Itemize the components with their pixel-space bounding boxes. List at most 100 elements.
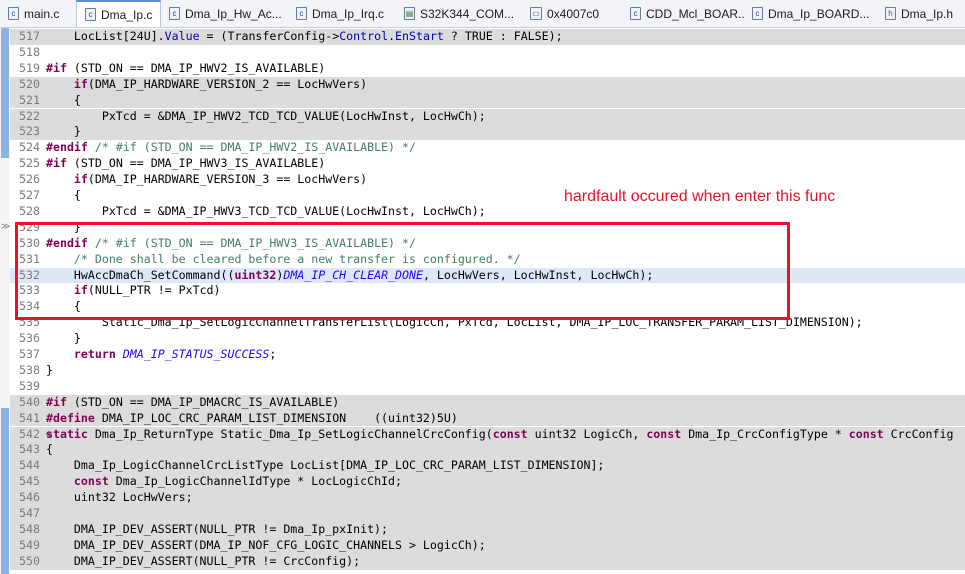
code-token: (DMA_IP_HARDWARE_VERSION_2 == LocHwVers) bbox=[87, 76, 368, 91]
code-line[interactable]: 546 uint32 LocHwVers; bbox=[10, 490, 965, 506]
code-token: = (TransferConfig-> bbox=[199, 29, 340, 43]
code-token: CrcConfig bbox=[883, 426, 954, 441]
code-text: static Dma_Ip_ReturnType Static_Dma_Ip_S… bbox=[46, 427, 953, 443]
code-text: } bbox=[46, 363, 53, 379]
code-line[interactable]: 540 #if (STD_ON == DMA_IP_DMACRC_IS_AVAIL… bbox=[10, 394, 965, 411]
code-token: Value bbox=[164, 29, 200, 43]
line-number: 525 bbox=[19, 156, 40, 171]
code-line[interactable]: 525 #if (STD_ON == DMA_IP_HWV3_IS_AVAILAB… bbox=[10, 156, 965, 172]
code-token: DMA_IP_DEV_ASSERT(NULL_PTR != CrcConfig)… bbox=[46, 553, 361, 568]
code-line[interactable]: 547 bbox=[10, 506, 965, 522]
code-token: DMA_IP_STATUS_SUCCESS bbox=[122, 347, 270, 361]
code-line[interactable]: 536 } bbox=[10, 331, 965, 347]
tab-label: S32K344_COM... bbox=[420, 6, 515, 21]
c-file-icon: c bbox=[8, 7, 19, 20]
fold-toggle-icon[interactable]: ⊖ bbox=[46, 427, 52, 443]
overview-mark-top bbox=[1, 28, 9, 158]
breakpoint-marker-icon[interactable]: ≫ bbox=[1, 222, 10, 232]
tab-dma-ip-irq-c[interactable]: c Dma_Ip_Irq.c bbox=[288, 0, 396, 27]
tab-label: 0x4007c0 bbox=[547, 6, 600, 21]
memory-view-icon: ▭ bbox=[530, 7, 542, 20]
code-line[interactable]: 519 #if (STD_ON == DMA_IP_HWV2_IS_AVAILAB… bbox=[10, 61, 965, 77]
code-line[interactable]: 548 DMA_IP_DEV_ASSERT(NULL_PTR != Dma_Ip… bbox=[10, 521, 965, 538]
annotation-text: hardfault occured when enter this func bbox=[564, 188, 836, 205]
line-number: 538 bbox=[19, 362, 40, 377]
line-number: 548 bbox=[19, 521, 40, 536]
code-token: const bbox=[646, 426, 682, 441]
code-line[interactable]: 518 bbox=[10, 45, 965, 61]
code-text: #if (STD_ON == DMA_IP_DMACRC_IS_AVAILABL… bbox=[46, 395, 339, 411]
code-line[interactable]: 541 #define DMA_IP_LOC_CRC_PARAM_LIST_DIM… bbox=[10, 410, 965, 427]
code-token: ? TRUE : FALSE); bbox=[443, 29, 563, 43]
code-token: Control bbox=[339, 29, 389, 43]
tab-label: Dma_Ip.c bbox=[101, 7, 153, 22]
code-line[interactable]: 545 const Dma_Ip_LogicChannelIdType * Lo… bbox=[10, 474, 965, 491]
code-token: ; bbox=[269, 347, 277, 361]
code-text: if(DMA_IP_HARDWARE_VERSION_2 == LocHwVer… bbox=[46, 77, 367, 93]
code-line[interactable]: 520 if(DMA_IP_HARDWARE_VERSION_2 == LocH… bbox=[10, 76, 965, 93]
code-token: { bbox=[46, 188, 81, 202]
code-token: Dma_Ip_LogicChannelCrcListType LocList[D… bbox=[46, 458, 605, 473]
code-line[interactable]: 544 Dma_Ip_LogicChannelCrcListType LocLi… bbox=[10, 458, 965, 475]
code-line[interactable]: 538} bbox=[10, 363, 965, 379]
code-text: DMA_IP_DEV_ASSERT(NULL_PTR != CrcConfig)… bbox=[46, 554, 360, 570]
tab-cdd-mcl-boar[interactable]: c CDD_Mcl_BOAR... bbox=[622, 0, 744, 27]
line-number: 517 bbox=[19, 29, 40, 43]
code-text: const Dma_Ip_LogicChannelIdType * LocLog… bbox=[46, 474, 402, 490]
h-file-icon: h bbox=[885, 7, 896, 20]
code-line[interactable]: 524 #endif /* #if (STD_ON == DMA_IP_HWV2_… bbox=[10, 140, 965, 156]
code-token: Dma_Ip_ReturnType Static_Dma_Ip_SetLogic… bbox=[87, 426, 493, 441]
code-line[interactable]: 521 { bbox=[10, 92, 965, 109]
code-line[interactable]: 522 PxTcd = &DMA_IP_HWV2_TCD_TCD_VALUE(L… bbox=[10, 108, 965, 125]
tab-main-c[interactable]: c main.c bbox=[0, 0, 76, 27]
code-token: if bbox=[73, 76, 88, 91]
code-line[interactable]: 528 PxTcd = &DMA_IP_HWV3_TCD_TCD_VALUE(L… bbox=[10, 204, 965, 220]
line-number: 519 bbox=[19, 60, 40, 75]
code-line[interactable]: 543 { bbox=[10, 442, 965, 459]
code-text: return DMA_IP_STATUS_SUCCESS; bbox=[46, 347, 276, 363]
line-number: 521 bbox=[19, 92, 40, 107]
tab-dma-ip-c[interactable]: cDma_Ip.c✕ bbox=[76, 0, 161, 27]
tab-label: Dma_Ip_Irq.c bbox=[312, 6, 385, 21]
tab-s32k344-com[interactable]: ▤ S32K344_COM... bbox=[396, 0, 522, 27]
code-line[interactable]: 517 LocList[24U].Value = (TransferConfig… bbox=[10, 29, 965, 45]
line-number: 523 bbox=[19, 124, 40, 139]
line-number: 540 bbox=[19, 394, 40, 409]
line-number: 524 bbox=[19, 140, 40, 155]
code-line[interactable]: 542 ⊖ static Dma_Ip_ReturnType Static_Dma_… bbox=[10, 426, 965, 443]
tab-0x4007c0[interactable]: ▭ 0x4007c0 bbox=[522, 0, 622, 27]
code-text: DMA_IP_DEV_ASSERT(DMA_IP_NOF_CFG_LOGIC_C… bbox=[46, 538, 486, 554]
code-line[interactable]: 526 if(DMA_IP_HARDWARE_VERSION_3 == LocH… bbox=[10, 172, 965, 188]
code-token: { bbox=[46, 92, 81, 107]
line-number: 520 bbox=[19, 76, 40, 91]
code-text: } bbox=[46, 331, 81, 347]
code-text: #endif /* #if (STD_ON == DMA_IP_HWV2_IS_… bbox=[46, 140, 416, 156]
tab-dma-ip-hw-ac[interactable]: c Dma_Ip_Hw_Ac... bbox=[161, 0, 288, 27]
code-line[interactable]: 537 return DMA_IP_STATUS_SUCCESS; bbox=[10, 347, 965, 363]
line-number: 528 bbox=[19, 203, 40, 218]
code-token: (DMA_IP_HARDWARE_VERSION_3 == LocHwVers) bbox=[87, 172, 368, 187]
code-token: } bbox=[46, 362, 53, 377]
code-token: /* #if (STD_ON == DMA_IP_HWV2_IS_AVAILAB… bbox=[87, 140, 416, 155]
code-line[interactable]: 523 } bbox=[10, 124, 965, 141]
tab-dma-ip-board[interactable]: c Dma_Ip_BOARD... bbox=[744, 0, 877, 27]
code-line[interactable]: 539 bbox=[10, 379, 965, 395]
code-token: PxTcd = &DMA_IP_HWV3_TCD_TCD_VALUE(LocHw… bbox=[46, 203, 486, 218]
code-token: (STD_ON == DMA_IP_HWV2_IS_AVAILABLE) bbox=[66, 60, 326, 75]
tab-label: main.c bbox=[24, 6, 60, 21]
line-number: 546 bbox=[19, 490, 40, 505]
line-number: 522 bbox=[19, 108, 40, 123]
code-token: #define bbox=[46, 410, 95, 425]
tab-dma-ip-h[interactable]: h Dma_Ip.h bbox=[877, 0, 965, 27]
code-token: DMA_IP_LOC_CRC_PARAM_LIST_DIMENSION ((ui… bbox=[94, 410, 458, 425]
line-number: 544 bbox=[19, 458, 40, 473]
code-token: (STD_ON == DMA_IP_DMACRC_IS_AVAILABLE) bbox=[66, 394, 340, 409]
line-number: 518 bbox=[19, 44, 40, 59]
code-line[interactable]: 550 DMA_IP_DEV_ASSERT(NULL_PTR != CrcCon… bbox=[10, 553, 965, 570]
code-text: } bbox=[46, 124, 81, 140]
code-line[interactable]: 549 DMA_IP_DEV_ASSERT(DMA_IP_NOF_CFG_LOG… bbox=[10, 537, 965, 554]
